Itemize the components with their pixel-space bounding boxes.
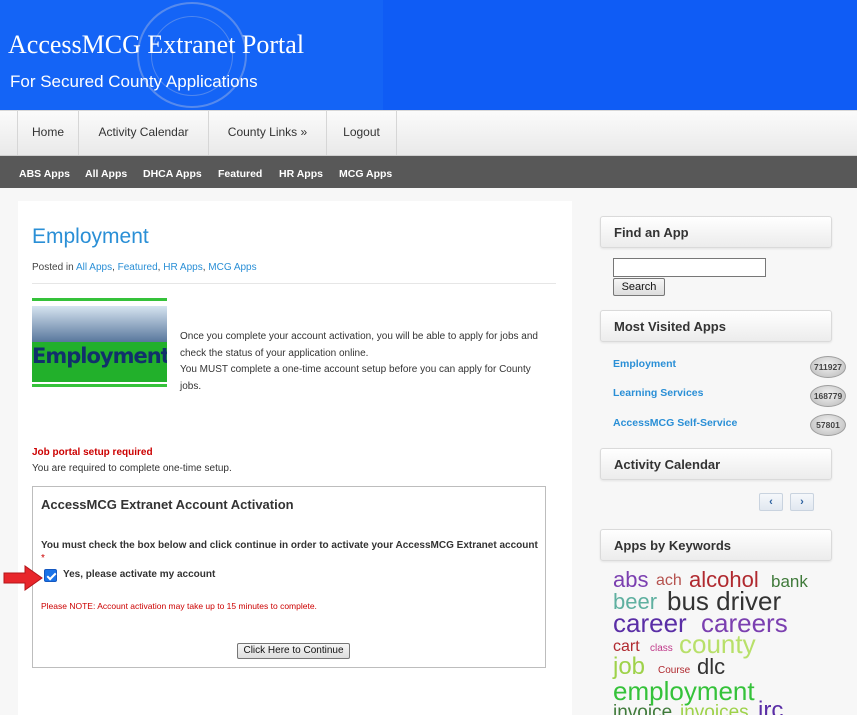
most-visited-widget-header: Most Visited Apps (600, 310, 832, 342)
header-banner: AccessMCG Extranet Portal For Secured Co… (0, 0, 383, 110)
search-input[interactable] (613, 258, 766, 277)
subnav-mcg-apps[interactable]: MCG Apps (339, 156, 392, 188)
category-link-all-apps[interactable]: All Apps (76, 262, 112, 273)
activation-instruction-text: You must check the box below and click c… (41, 540, 538, 551)
category-link-mcg-apps[interactable]: MCG Apps (208, 262, 256, 273)
keyword-tag[interactable]: dlc (697, 656, 725, 678)
portal-title[interactable]: AccessMCG Extranet Portal (8, 30, 304, 60)
subnav-all-apps[interactable]: All Apps (85, 156, 127, 188)
activate-account-label[interactable]: Yes, please activate my account (63, 569, 215, 580)
nav-activity-calendar[interactable]: Activity Calendar (79, 111, 209, 155)
intro-line-1: Once you complete your account activatio… (180, 331, 538, 359)
calendar-next-button[interactable]: › (790, 493, 814, 511)
required-asterisk: * (41, 553, 45, 564)
setup-required-text: You are required to complete one-time se… (32, 463, 232, 474)
category-nav: ABS Apps All Apps DHCA Apps Featured HR … (0, 156, 857, 188)
subnav-featured[interactable]: Featured (218, 156, 262, 188)
nav-county-links[interactable]: County Links » (209, 111, 327, 155)
visit-count-badge: 711927 (810, 356, 846, 378)
image-top-line (32, 298, 167, 301)
divider (32, 283, 556, 284)
most-visited-link-accessmcg-self-service[interactable]: AccessMCG Self-Service (613, 417, 737, 429)
arrow-right-icon (3, 565, 43, 591)
keywords-widget-header: Apps by Keywords (600, 529, 832, 561)
keyword-tag[interactable]: invoices (680, 703, 749, 715)
portal-subtitle: For Secured County Applications (10, 72, 258, 91)
intro-line-2: You MUST complete a one-time account set… (180, 364, 531, 392)
activity-calendar-widget-header: Activity Calendar (600, 448, 832, 480)
nav-logout[interactable]: Logout (327, 111, 397, 155)
category-link-hr-apps[interactable]: HR Apps (163, 262, 202, 273)
find-app-widget-header: Find an App (600, 216, 832, 248)
posted-in-label: Posted in (32, 262, 74, 273)
keyword-tag[interactable]: career (613, 610, 687, 636)
find-app-title: Find an App (614, 225, 689, 240)
nav-home[interactable]: Home (17, 111, 79, 155)
site-header: AccessMCG Extranet Portal For Secured Co… (0, 0, 857, 110)
most-visited-title: Most Visited Apps (614, 319, 726, 334)
employment-image-text: Employment (32, 344, 167, 368)
keyword-tag[interactable]: class (650, 644, 673, 654)
activity-calendar-title: Activity Calendar (614, 457, 721, 472)
post-title: Employment (32, 225, 149, 248)
main-nav: Home Activity Calendar County Links » Lo… (0, 110, 857, 156)
most-visited-link-learning-services[interactable]: Learning Services (613, 387, 703, 399)
activation-note: Please NOTE: Account activation may take… (41, 601, 317, 611)
subnav-hr-apps[interactable]: HR Apps (279, 156, 323, 188)
activation-title: AccessMCG Extranet Account Activation (41, 497, 294, 512)
keywords-title: Apps by Keywords (614, 538, 732, 553)
keyword-tag[interactable]: abs (613, 569, 648, 591)
keyword-tag[interactable]: invoice (613, 703, 672, 715)
image-bottom-line (32, 384, 167, 387)
most-visited-link-employment[interactable]: Employment (613, 358, 676, 370)
visit-count-badge: 57801 (810, 414, 846, 436)
subnav-dhca-apps[interactable]: DHCA Apps (143, 156, 202, 188)
keyword-tag[interactable]: Course (658, 666, 690, 676)
search-button[interactable]: Search (613, 278, 665, 296)
subnav-abs-apps[interactable]: ABS Apps (19, 156, 70, 188)
continue-button[interactable]: Click Here to Continue (237, 643, 350, 659)
employment-image: Employment (32, 298, 167, 389)
keyword-tag[interactable]: irc (758, 699, 783, 715)
calendar-prev-button[interactable]: ‹ (759, 493, 783, 511)
post-meta: Posted in All Apps, Featured, HR Apps, M… (32, 262, 257, 273)
keyword-tag[interactable]: employment (613, 678, 755, 704)
category-link-featured[interactable]: Featured (118, 262, 158, 273)
activation-instruction: You must check the box below and click c… (41, 539, 541, 565)
intro-text: Once you complete your account activatio… (180, 329, 550, 395)
activate-account-checkbox[interactable] (44, 569, 57, 582)
setup-required-heading: Job portal setup required (32, 447, 153, 458)
visit-count-badge: 168779 (810, 385, 846, 407)
